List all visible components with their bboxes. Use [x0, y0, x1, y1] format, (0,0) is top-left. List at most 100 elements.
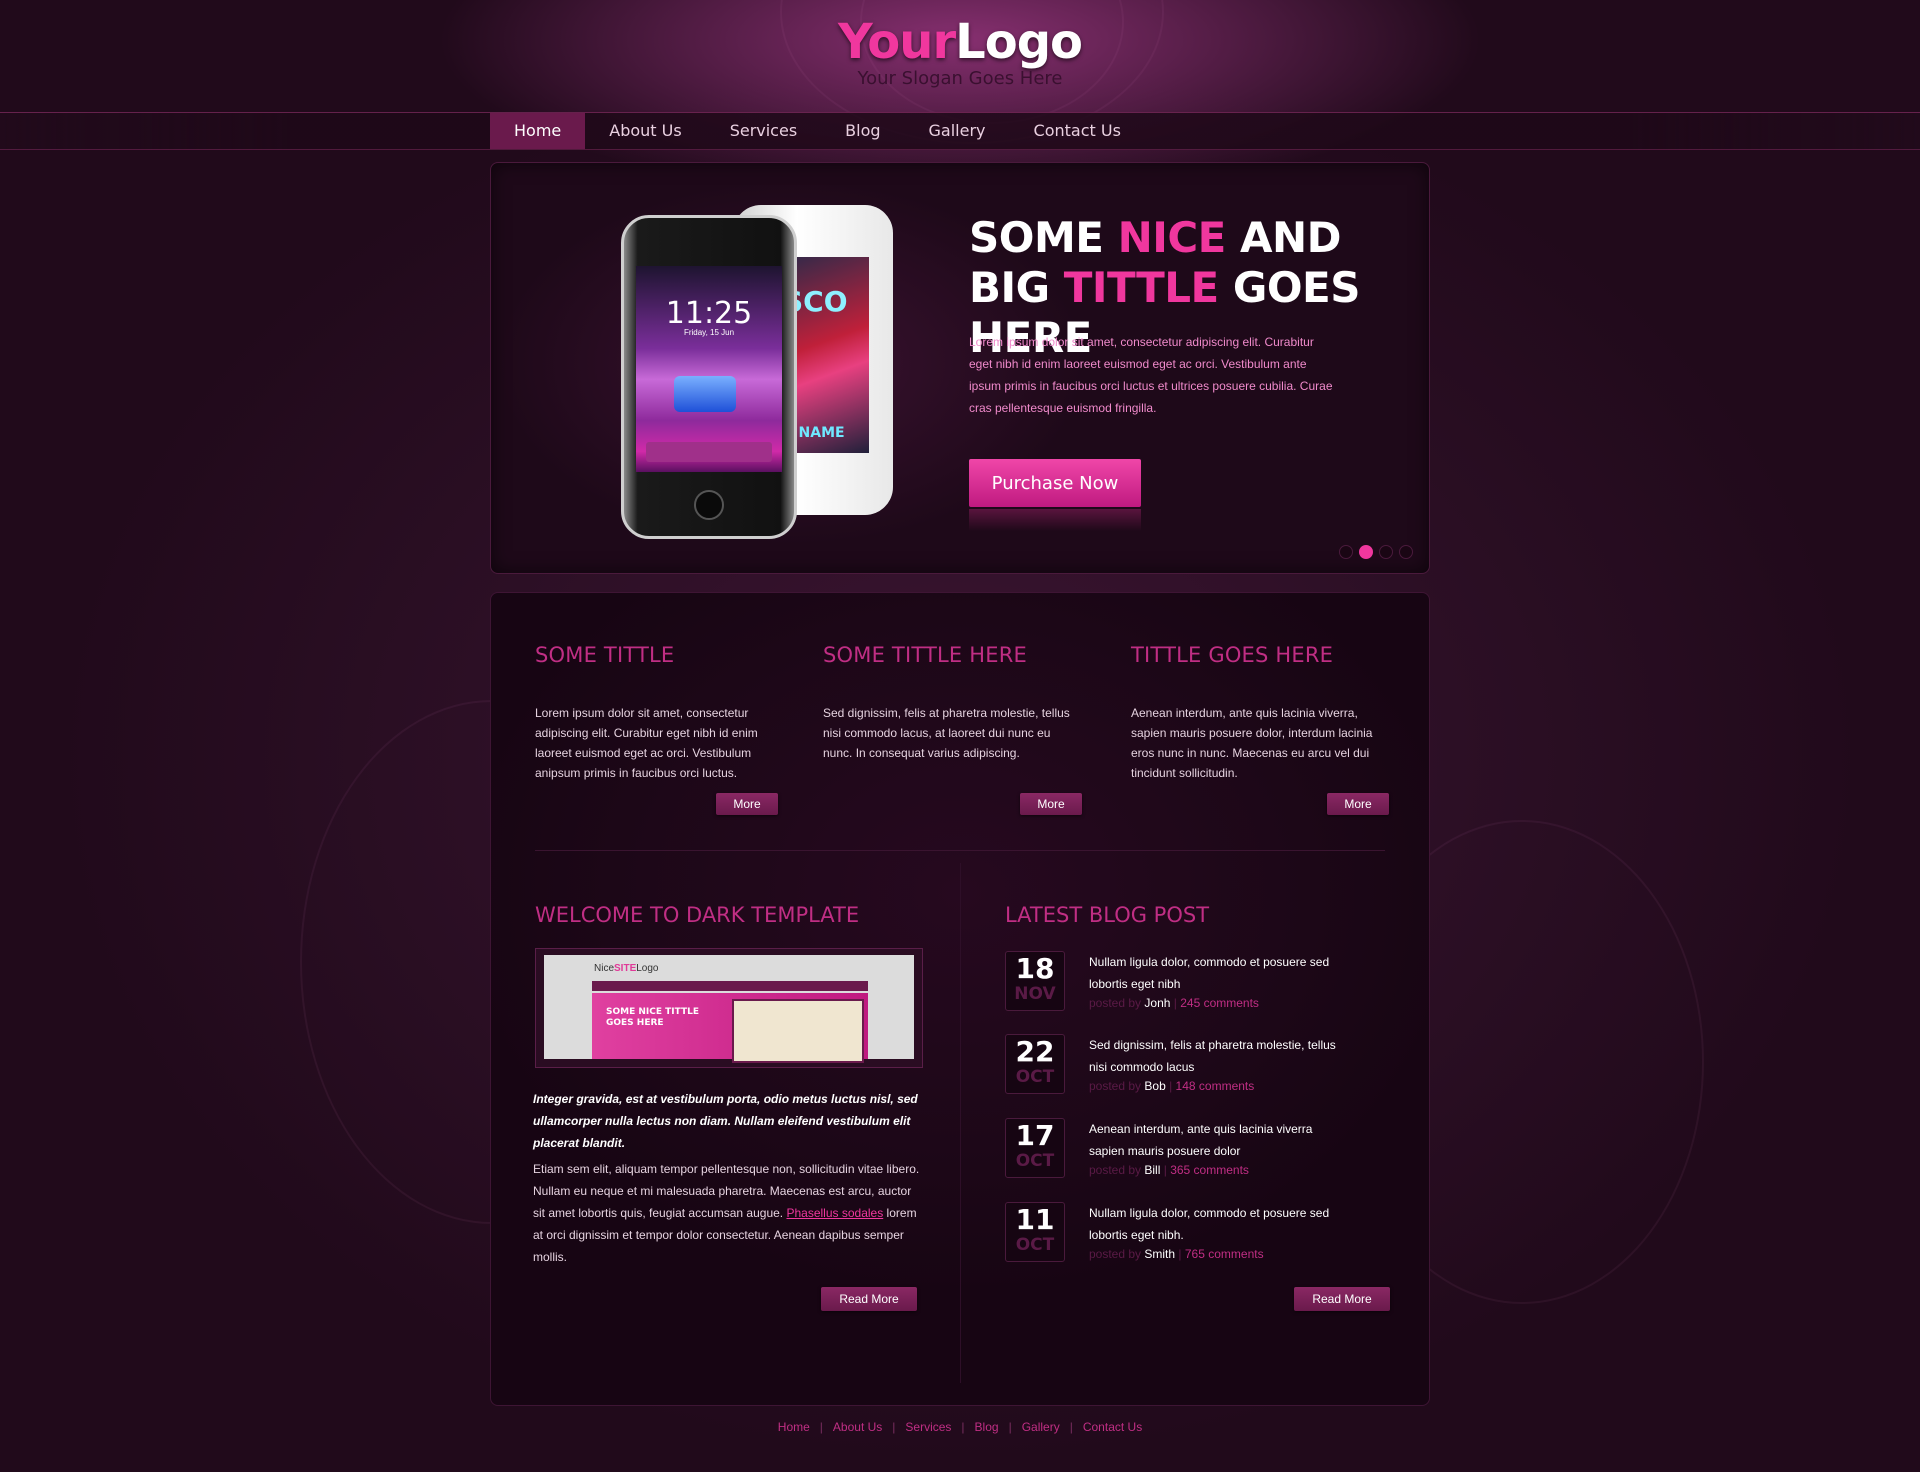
slider-pagination: [1333, 545, 1413, 559]
footer-separator: |: [892, 1420, 896, 1434]
nav-gallery[interactable]: Gallery: [905, 113, 1010, 149]
slider-dot-3[interactable]: [1379, 545, 1393, 559]
battery-icon: [674, 376, 736, 412]
more-button-2[interactable]: More: [1020, 793, 1082, 815]
posted-by-label: posted by: [1089, 1247, 1142, 1261]
feature-column-3: TITTLE GOES HERE Aenean interdum, ante q…: [1131, 643, 1393, 783]
footer-link-services[interactable]: Services: [905, 1420, 951, 1434]
logo-part-your: Your: [837, 14, 956, 70]
purchase-now-button[interactable]: Purchase Now: [969, 459, 1141, 507]
blog-post-meta: posted by Bill | 365 comments: [1089, 1163, 1249, 1177]
headline-text: SOME: [969, 213, 1118, 262]
headline-highlight: TITTLE: [1063, 263, 1220, 312]
posted-by-label: posted by: [1089, 996, 1142, 1010]
footer-link-blog[interactable]: Blog: [975, 1420, 999, 1434]
footer-separator: |: [1008, 1420, 1012, 1434]
slogan: Your Slogan Goes Here: [857, 68, 1063, 89]
date-day: 22: [1015, 1035, 1055, 1068]
preview-logo-text: Nice: [594, 963, 615, 974]
footer-separator: |: [819, 1420, 823, 1434]
date-month: NOV: [1014, 984, 1056, 1004]
footer-link-about-us[interactable]: About Us: [833, 1420, 882, 1434]
feature-title: TITTLE GOES HERE: [1131, 643, 1334, 667]
feature-text: Lorem ipsum dolor sit amet, consectetur …: [535, 706, 758, 780]
footer-separator: |: [961, 1420, 965, 1434]
section-divider: [535, 850, 1385, 851]
blog-post-title[interactable]: Nullam ligula dolor, commodo et posuere …: [1089, 1202, 1339, 1246]
slider-dot-2[interactable]: [1359, 545, 1373, 559]
column-divider: [960, 863, 961, 1383]
post-comments-link[interactable]: 365 comments: [1170, 1163, 1249, 1177]
phone-clock: 11:25: [665, 296, 753, 331]
phone-screen: 11:25 Friday, 15 Jun: [636, 266, 782, 472]
date-month: OCT: [1015, 1235, 1055, 1255]
date-badge: 17 OCT: [1005, 1118, 1065, 1178]
blog-post-title[interactable]: Nullam ligula dolor, commodo et posuere …: [1089, 951, 1339, 995]
main-nav: Home About Us Services Blog Gallery Cont…: [490, 113, 1145, 149]
button-reflection: [969, 509, 1141, 531]
footer-separator: |: [1069, 1420, 1073, 1434]
preview-screenshot: NiceSITELogo SOME NICE TITTLE GOES HERE: [544, 955, 914, 1063]
posted-by-label: posted by: [1089, 1079, 1142, 1093]
footer-link-home[interactable]: Home: [778, 1420, 810, 1434]
post-comments-link[interactable]: 148 comments: [1176, 1079, 1255, 1093]
feature-text: Sed dignissim, felis at pharetra molesti…: [823, 706, 1070, 760]
header: YourLogo Your Slogan Goes Here: [0, 0, 1920, 112]
footer-nav: Home | About Us | Services | Blog | Gallery | Cont…: [0, 1420, 1920, 1434]
blog-read-more-button[interactable]: Read More: [1294, 1287, 1390, 1311]
date-day: 18: [1015, 952, 1055, 985]
blog-post-title[interactable]: Sed dignissim, felis at pharetra molesti…: [1089, 1034, 1339, 1078]
post-comments-link[interactable]: 245 comments: [1180, 996, 1259, 1010]
template-preview-image[interactable]: NiceSITELogo SOME NICE TITTLE GOES HERE: [535, 948, 923, 1068]
feature-title: SOME TITTLE: [535, 643, 675, 667]
preview-logo: NiceSITELogo: [594, 963, 659, 974]
blog-post: 11 OCT Nullam ligula dolor, commodo et po…: [1005, 1202, 1345, 1262]
post-comments-link[interactable]: 765 comments: [1185, 1247, 1264, 1261]
blog-post-title[interactable]: Aenean interdum, ante quis lacinia viver…: [1089, 1118, 1339, 1162]
phasellus-link[interactable]: Phasellus sodales: [786, 1206, 883, 1220]
nav-blog[interactable]: Blog: [821, 113, 904, 149]
headline-highlight: NICE: [1117, 213, 1227, 262]
blog-post-meta: posted by Bob | 148 comments: [1089, 1079, 1255, 1093]
post-author[interactable]: Smith: [1144, 1247, 1175, 1261]
nav-about-us[interactable]: About Us: [585, 113, 705, 149]
post-author[interactable]: Bob: [1144, 1079, 1165, 1093]
footer-link-contact-us[interactable]: Contact Us: [1083, 1420, 1142, 1434]
welcome-read-more-button[interactable]: Read More: [821, 1287, 917, 1311]
hero-slider: SCO B NAME 11:25 Friday, 15 Jun SOME NIC…: [490, 162, 1430, 574]
feature-text: Aenean interdum, ante quis lacinia viver…: [1131, 706, 1373, 780]
slider-dot-4[interactable]: [1399, 545, 1413, 559]
nav-services[interactable]: Services: [706, 113, 821, 149]
preview-logo-text: SITE: [614, 963, 637, 974]
preview-logo-text: Logo: [636, 963, 659, 974]
more-button-3[interactable]: More: [1327, 793, 1389, 815]
phone-home-button: [694, 490, 724, 520]
more-button-1[interactable]: More: [716, 793, 778, 815]
phone-date: Friday, 15 Jun: [683, 328, 735, 337]
date-month: OCT: [1015, 1151, 1055, 1171]
content-panel: SOME TITTLE Lorem ipsum dolor sit amet, …: [490, 592, 1430, 1406]
date-badge: 11 OCT: [1005, 1202, 1065, 1262]
nav-home[interactable]: Home: [490, 113, 586, 149]
preview-inner-screenshot: [732, 999, 864, 1063]
blog-post-meta: Jonhposted by Jonh | 245 comments: [1089, 996, 1259, 1010]
footer-link-gallery[interactable]: Gallery: [1022, 1420, 1060, 1434]
blog-post: 17 OCT Aenean interdum, ante quis lacinia…: [1005, 1118, 1345, 1178]
phone-image-black: 11:25 Friday, 15 Jun: [621, 215, 797, 539]
nav-contact-us[interactable]: Contact Us: [1010, 113, 1145, 149]
feature-column-2: SOME TITTLE HERE Sed dignissim, felis at…: [823, 643, 1083, 763]
unlock-slider: [646, 442, 772, 462]
date-day: 11: [1015, 1203, 1055, 1236]
logo-part-logo: Logo: [955, 14, 1083, 70]
logo[interactable]: YourLogo: [0, 14, 1920, 70]
posted-by-label: posted by: [1089, 1163, 1142, 1177]
date-day: 17: [1015, 1119, 1055, 1152]
blog-post: 18 NOV Nullam ligula dolor, commodo et po…: [1005, 951, 1345, 1011]
blog-title: LATEST BLOG POST: [1005, 903, 1210, 927]
date-badge: 22 OCT: [1005, 1034, 1065, 1094]
post-author[interactable]: Bill: [1144, 1163, 1160, 1177]
blog-post-meta: posted by Smith | 765 comments: [1089, 1247, 1264, 1261]
welcome-body: Etiam sem elit, aliquam tempor pellentes…: [533, 1158, 923, 1268]
slider-dot-1[interactable]: [1339, 545, 1353, 559]
post-author[interactable]: Jonh: [1144, 996, 1170, 1010]
